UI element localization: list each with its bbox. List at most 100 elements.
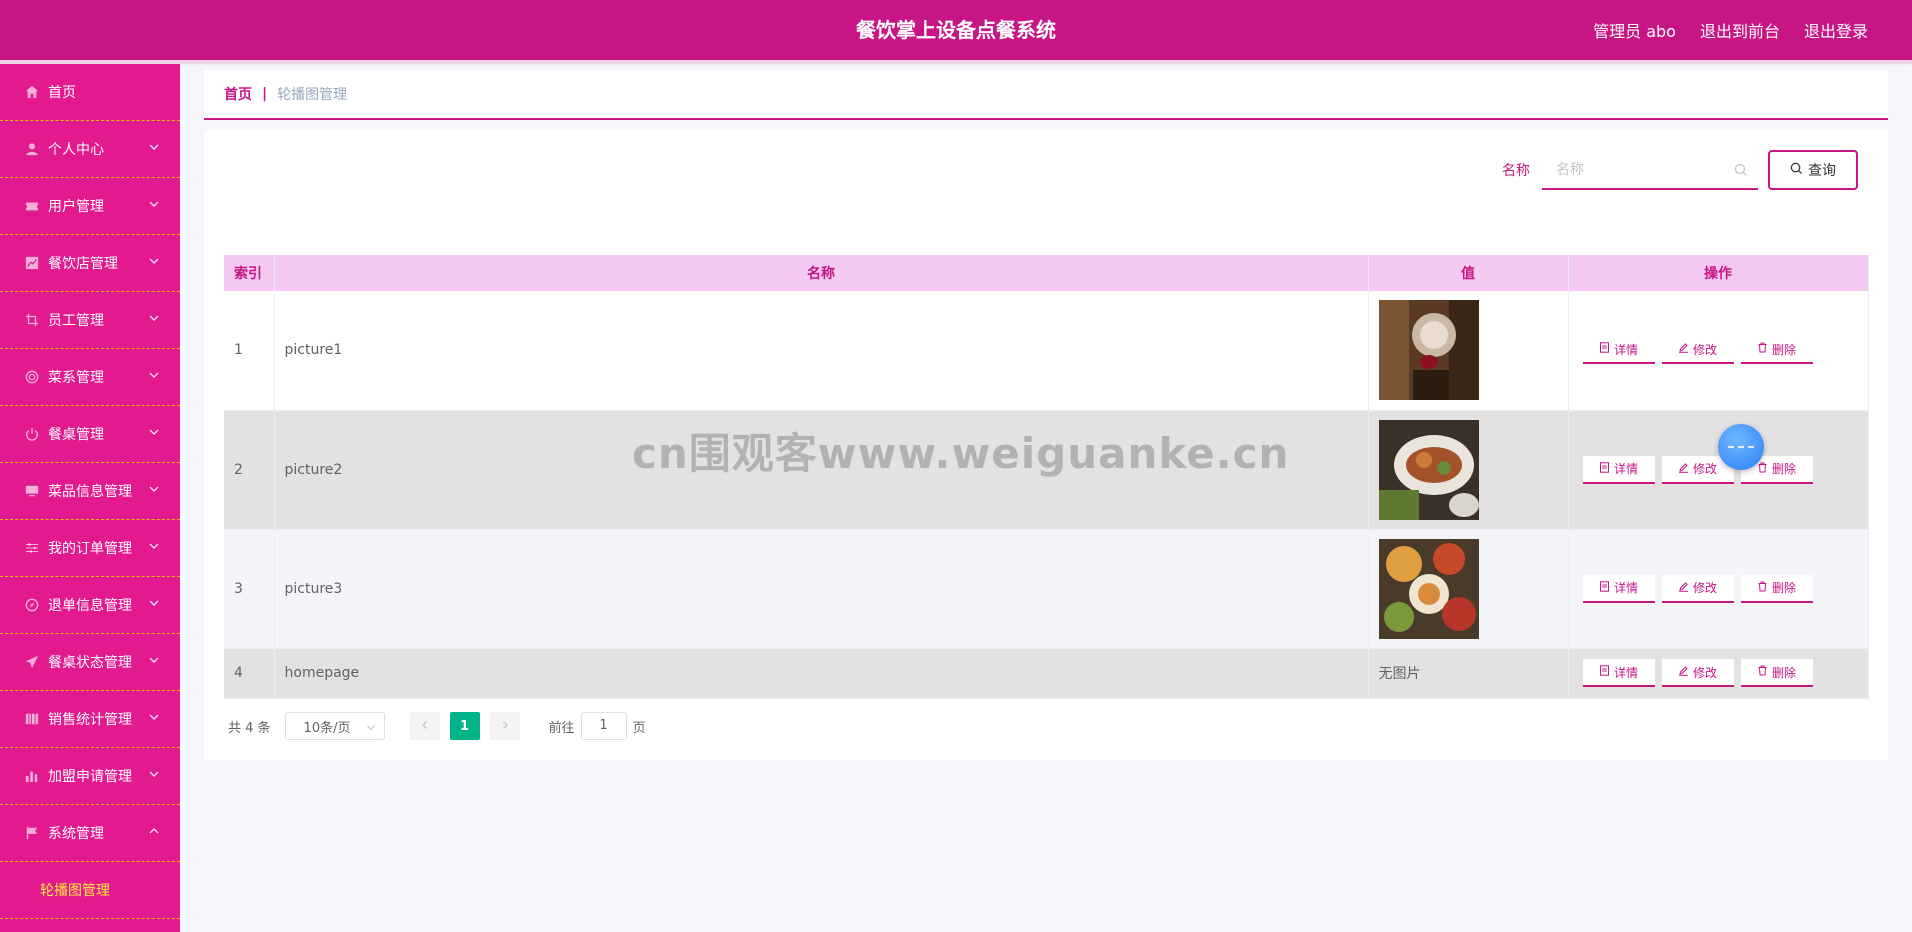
sidebar-item-my-orders[interactable]: 我的订单管理 <box>0 520 180 577</box>
sidebar-item-sales-stats[interactable]: 销售统计管理 <box>0 691 180 748</box>
column-header-index: 索引 <box>224 255 275 291</box>
page-size-value: 10条/页 <box>303 720 351 736</box>
flag-icon <box>24 825 40 841</box>
goto-page-input[interactable]: 1 <box>580 712 627 740</box>
sidebar-item-label: 销售统计管理 <box>48 712 132 728</box>
detail-button-label: 详情 <box>1613 581 1638 595</box>
cell-actions: 详情 修改 删除 <box>1568 529 1869 649</box>
sidebar-item-franchise-applications[interactable]: 加盟申请管理 <box>0 748 180 805</box>
delete-button-label: 删除 <box>1771 665 1796 680</box>
sidebar: 首页 个人中心 用户管理 餐饮店管理 员工管理 菜系管理 餐桌管理 菜品信息管理… <box>0 64 180 932</box>
search-form: 名称 查询 <box>1502 150 1858 190</box>
compass-icon <box>24 597 40 613</box>
sidebar-item-label: 菜系管理 <box>48 370 104 386</box>
sidebar-subitem-carousel-management[interactable]: 轮播图管理 <box>0 862 180 919</box>
sidebar-item-system-management[interactable]: 系统管理 <box>0 805 180 862</box>
sidebar-item-dish-info-management[interactable]: 菜品信息管理 <box>0 463 180 520</box>
carousel-image-thumbnail[interactable] <box>1378 419 1479 520</box>
edit-button-label: 修改 <box>1692 342 1717 357</box>
document-icon <box>1599 580 1610 595</box>
sidebar-item-refund-info[interactable]: 退单信息管理 <box>0 577 180 634</box>
delete-button-label: 删除 <box>1771 342 1796 357</box>
sliders-icon <box>24 540 40 556</box>
header-links: 管理员 abo 退出到前台 退出登录 <box>1593 0 1868 60</box>
cell-name: picture1 <box>274 291 1369 411</box>
delete-button[interactable]: 删除 <box>1740 574 1813 603</box>
detail-button[interactable]: 详情 <box>1582 574 1655 603</box>
sidebar-item-label: 员工管理 <box>48 313 104 329</box>
detail-button-label: 详情 <box>1613 665 1638 680</box>
sidebar-item-home[interactable]: 首页 <box>0 64 180 121</box>
table-row: 4 homepage 无图片 详情 修改 删除 <box>224 648 1869 699</box>
page-size-select[interactable]: 10条/页 <box>284 712 385 740</box>
breadcrumb-separator: | <box>262 86 268 102</box>
cell-value <box>1368 529 1569 649</box>
sidebar-item-label: 个人中心 <box>48 142 104 158</box>
edit-icon <box>1678 462 1689 476</box>
send-icon <box>24 654 40 670</box>
detail-button-label: 详情 <box>1613 342 1638 357</box>
delete-button[interactable]: 删除 <box>1740 336 1813 365</box>
home-icon <box>24 84 40 100</box>
goto-prefix: 前往 <box>548 720 575 736</box>
table-row: 3 picture3 详情 修改 删除 <box>224 529 1869 649</box>
power-icon <box>24 426 40 442</box>
edit-icon <box>1678 581 1689 595</box>
cell-index: 1 <box>224 291 275 411</box>
trash-icon <box>1757 462 1768 476</box>
chevron-down-icon <box>366 722 376 732</box>
search-field <box>1542 150 1758 190</box>
sidebar-item-label: 我的订单管理 <box>48 541 132 557</box>
detail-button[interactable]: 详情 <box>1582 455 1655 484</box>
cell-index: 3 <box>224 529 275 649</box>
sidebar-item-cuisine-management[interactable]: 菜系管理 <box>0 349 180 406</box>
detail-button[interactable]: 详情 <box>1582 659 1655 687</box>
edit-button-label: 修改 <box>1692 581 1717 595</box>
edit-button[interactable]: 修改 <box>1661 336 1734 365</box>
floating-assistant-button[interactable] <box>1718 424 1764 470</box>
prev-page-button[interactable] <box>409 712 440 740</box>
sidebar-item-restaurant-management[interactable]: 餐饮店管理 <box>0 235 180 292</box>
sidebar-item-personal-center[interactable]: 个人中心 <box>0 121 180 178</box>
content-panel: 名称 查询 索引 名称 值 操作 <box>204 130 1888 760</box>
sidebar-item-table-management[interactable]: 餐桌管理 <box>0 406 180 463</box>
sidebar-item-label: 餐桌状态管理 <box>48 655 132 671</box>
sidebar-item-table-status[interactable]: 餐桌状态管理 <box>0 634 180 691</box>
delete-button[interactable]: 删除 <box>1740 659 1813 687</box>
sidebar-item-label: 菜品信息管理 <box>48 484 132 500</box>
edit-button[interactable]: 修改 <box>1661 659 1734 687</box>
delete-button-label: 删除 <box>1771 581 1796 595</box>
detail-button[interactable]: 详情 <box>1582 336 1655 365</box>
search-input[interactable] <box>1542 150 1758 188</box>
table-row: 2 picture2 详情 修改 删除 <box>224 410 1869 530</box>
logout-link[interactable]: 退出登录 <box>1804 18 1868 42</box>
chevron-down-icon <box>148 426 160 438</box>
breadcrumb: 首页 | 轮播图管理 <box>204 70 1888 120</box>
exit-to-front-link[interactable]: 退出到前台 <box>1700 18 1780 42</box>
table-header-row: 索引 名称 值 操作 <box>224 255 1869 291</box>
next-page-button[interactable] <box>489 712 520 740</box>
trash-icon <box>1757 665 1768 679</box>
breadcrumb-home-link[interactable]: 首页 <box>224 84 252 104</box>
carousel-image-thumbnail[interactable] <box>1378 538 1479 639</box>
page-number-current[interactable]: 1 <box>449 712 480 740</box>
edit-button-label: 修改 <box>1692 665 1717 680</box>
chevron-right-icon <box>500 719 510 734</box>
edit-icon <box>1678 665 1689 679</box>
sidebar-item-label: 首页 <box>48 85 76 101</box>
column-header-name: 名称 <box>274 255 1369 291</box>
query-button[interactable]: 查询 <box>1768 150 1858 190</box>
carousel-image-thumbnail[interactable] <box>1378 300 1479 401</box>
trash-icon <box>1757 581 1768 595</box>
sidebar-item-label: 退单信息管理 <box>48 598 132 614</box>
sidebar-item-label: 餐桌管理 <box>48 427 104 443</box>
pagination-total: 共 4 条 <box>228 720 271 736</box>
sidebar-item-user-management[interactable]: 用户管理 <box>0 178 180 235</box>
cell-index: 4 <box>224 648 275 699</box>
query-button-label: 查询 <box>1808 163 1836 179</box>
sidebar-item-staff-management[interactable]: 员工管理 <box>0 292 180 349</box>
user-icon <box>24 141 40 157</box>
cell-name: picture3 <box>274 529 1369 649</box>
chevron-down-icon <box>148 711 160 723</box>
edit-button[interactable]: 修改 <box>1661 574 1734 603</box>
